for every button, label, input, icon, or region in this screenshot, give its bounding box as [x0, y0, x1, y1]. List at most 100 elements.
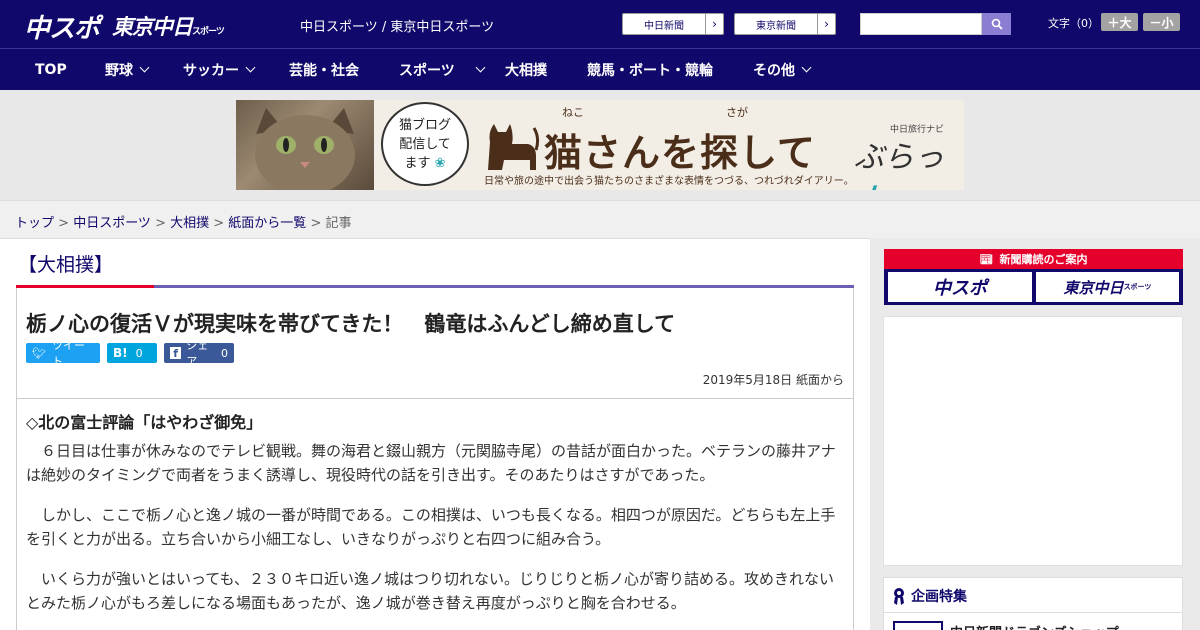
breadcrumb-separator: >: [306, 216, 326, 231]
tokyo-shimbun-button[interactable]: 東京新聞 ›: [734, 13, 836, 35]
ruby-sagashite: さが: [726, 106, 748, 119]
feature-item-dragons-shop[interactable]: 中日新聞ドラゴンズショップ: [950, 622, 1119, 630]
twitter-icon: 🐦︎: [32, 346, 46, 360]
tweet-button[interactable]: 🐦︎ ツイート: [26, 339, 100, 368]
article-subhead: ◇北の富士評論「はやわざ御免」: [26, 413, 263, 432]
chevron-down-icon: [475, 62, 486, 73]
breadcrumb-separator: >: [209, 216, 229, 231]
search-button[interactable]: [982, 13, 1011, 35]
nav-label: 競馬・ボート・競輪: [587, 62, 713, 79]
chevron-down-icon: [245, 62, 256, 73]
breadcrumb: トップ > 中日スポーツ > 大相撲 > 紙面から一覧 > 記事: [15, 212, 352, 231]
breadcrumb-separator: >: [150, 216, 171, 231]
chevron-down-icon: [139, 62, 150, 73]
nav-item-other[interactable]: その他: [753, 49, 812, 90]
chevron-down-icon: [801, 62, 812, 73]
article-paragraph: ６日目は仕事が休みなのでテレビ観戦。舞の海君と錣山親方（元関脇寺尾）の昔話が面白…: [26, 442, 836, 484]
nav-label: スポーツ: [399, 62, 455, 79]
feature-divider: [884, 612, 1182, 613]
cat-face-icon: [255, 108, 355, 190]
navi-logo: ぶらっ人: [854, 132, 964, 190]
subscription-ad-header: 📰︎ 新聞購読のご案内: [884, 249, 1183, 269]
chunichi-shimbun-label: 中日新聞: [644, 20, 684, 32]
breadcrumb-top[interactable]: トップ: [15, 216, 54, 231]
site-names: 中日スポーツ / 東京中日スポーツ: [300, 20, 495, 35]
article-title: 栃ノ心の復活Ｖが現実味を帯びてきた！ 鶴竜はふんどし締め直して: [26, 312, 676, 336]
blog-bubble: 猫ブログ 配信して ます ❀: [381, 102, 469, 186]
sidebar-tokyo-chunichi-logo[interactable]: 東京中日 スポーツ: [1036, 272, 1179, 302]
tokyo-logo-small: スポーツ: [192, 27, 225, 37]
chevron-right-icon: ›: [817, 14, 835, 34]
navi-logo-b: 人: [854, 184, 884, 190]
nav-item-sumo[interactable]: 大相撲: [505, 49, 547, 90]
sidebar-ad-slot: [883, 316, 1183, 566]
bubble-line: 猫ブログ: [398, 118, 451, 133]
tokyo-shimbun-label: 東京新聞: [756, 20, 796, 32]
article-paragraph: しかし、ここで栃ノ心と逸ノ城の一番が時間である。この相撲は、いつも長くなる。相四…: [26, 506, 836, 548]
chunichi-shimbun-button[interactable]: 中日新聞 ›: [622, 13, 724, 35]
feature-thumbnail[interactable]: [893, 621, 943, 630]
main-nav: TOP 野球 サッカー 芸能・社会 スポーツ 大相撲 競馬・ボート・競輪 その他: [0, 48, 1200, 90]
cat-silhouette-icon: [488, 124, 540, 170]
nav-label: 大相撲: [505, 62, 547, 79]
breadcrumb-separator: >: [54, 216, 74, 231]
nav-item-soccer[interactable]: サッカー: [183, 49, 256, 90]
breadcrumb-chunichi-sports[interactable]: 中日スポーツ: [73, 216, 151, 231]
sidebar-chusupo-logo[interactable]: 中スポ: [888, 272, 1032, 302]
cat-blog-banner[interactable]: 猫ブログ 配信して ます ❀ ねこ さが 猫さんを探して 中日旅行ナビ ぶらっ人…: [236, 100, 964, 190]
nav-label: 芸能・社会: [289, 62, 359, 79]
hatena-bookmark-button[interactable]: B! 0: [107, 343, 157, 363]
breadcrumb-current: 記事: [325, 216, 352, 231]
banner-area: 猫ブログ 配信して ます ❀ ねこ さが 猫さんを探して 中日旅行ナビ ぶらっ人…: [0, 90, 1200, 200]
cat-photo: [236, 100, 374, 190]
nav-item-keiba[interactable]: 競馬・ボート・競輪: [587, 49, 713, 90]
banner-subtitle: 日常や旅の途中で出会う猫たちのさまざまな表情をつづる、つれづれダイアリー。: [484, 176, 854, 187]
font-smaller-button[interactable]: －小: [1143, 13, 1180, 31]
breadcrumb-bar: トップ > 中日スポーツ > 大相撲 > 紙面から一覧 > 記事: [0, 200, 1200, 239]
hatena-count: 0: [135, 346, 143, 360]
search-input[interactable]: [860, 13, 982, 35]
bubble-line: ます ❀: [383, 154, 467, 173]
tokyo-logo-text: 東京中日: [112, 15, 193, 39]
feature-title: 企画特集: [893, 586, 967, 606]
tweet-label: ツイート: [51, 339, 85, 368]
tokyo-chunichi-logo[interactable]: 東京中日スポーツ: [112, 11, 225, 41]
nav-label: サッカー: [183, 62, 239, 79]
sidebar-tokyo-logo-small: スポーツ: [1123, 283, 1152, 291]
search-icon: [991, 18, 1003, 30]
nav-label: 野球: [105, 62, 133, 79]
newspaper-icon: 📰︎: [979, 252, 994, 266]
article-divider: [16, 398, 854, 399]
header-bar: 中スポ 東京中日スポーツ 中日スポーツ / 東京中日スポーツ 中日新聞 › 東京…: [0, 0, 1200, 48]
nav-item-entertainment[interactable]: 芸能・社会: [289, 49, 359, 90]
nav-label: TOP: [35, 61, 67, 78]
subscription-ad-label: 新聞購読のご案内: [999, 253, 1088, 266]
facebook-label: シェア: [186, 339, 209, 368]
feature-title-label: 企画特集: [911, 589, 967, 605]
section-label: 【大相撲】: [18, 254, 114, 276]
chusupo-logo[interactable]: 中スポ: [24, 8, 100, 45]
chevron-right-icon: ›: [705, 14, 723, 34]
subscription-ad[interactable]: 📰︎ 新聞購読のご案内 中スポ 東京中日 スポーツ: [884, 249, 1183, 305]
hatena-icon: B!: [113, 346, 128, 360]
facebook-share-button[interactable]: f シェア 0: [164, 339, 234, 368]
nav-item-sports[interactable]: スポーツ: [399, 49, 486, 90]
article-paragraph: いくら力が強いとはいっても、２３０キロ近い逸ノ城はつり切れない。じりじりと栃ノ心…: [26, 570, 835, 612]
ruby-neko: ねこ: [562, 106, 584, 119]
breadcrumb-paper-list[interactable]: 紙面から一覧: [228, 216, 306, 231]
sidebar-tokyo-logo-text: 東京中日: [1063, 278, 1124, 297]
banner-title: 猫さんを探して: [544, 131, 816, 175]
bubble-line: 配信して: [399, 137, 451, 152]
ribbon-icon: [894, 588, 904, 605]
paw-icon: ❀: [434, 156, 446, 171]
facebook-icon: f: [170, 347, 182, 360]
article-date: 2019年5月18日 紙面から: [702, 373, 844, 387]
nav-item-baseball[interactable]: 野球: [105, 49, 150, 90]
font-bigger-button[interactable]: ＋大: [1101, 13, 1138, 31]
bubble-text: ます: [404, 156, 431, 171]
facebook-count: 0: [221, 346, 228, 360]
navi-logo-a: ぶらっ: [854, 140, 944, 175]
breadcrumb-sumo[interactable]: 大相撲: [170, 216, 209, 231]
font-size-label: 文字（0）: [1048, 17, 1099, 30]
nav-item-top[interactable]: TOP: [35, 49, 67, 90]
